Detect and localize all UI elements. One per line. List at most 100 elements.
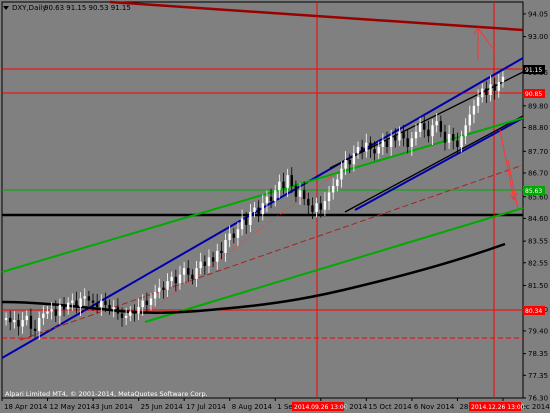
price-tag-top[interactable]: 91.15: [523, 65, 545, 74]
candle-body: [66, 302, 70, 310]
candle-body: [17, 320, 20, 327]
price-tag-red[interactable]: 90.85: [523, 89, 545, 98]
price-tag-bottom-red[interactable]: 80.34: [523, 306, 545, 315]
candle-body: [191, 274, 194, 279]
candle-body: [427, 129, 430, 137]
candle-body: [21, 320, 24, 327]
candle-body: [460, 136, 463, 147]
candle-body: [344, 159, 347, 169]
candle-body: [120, 313, 124, 318]
candle-body: [133, 311, 136, 314]
candle-body: [104, 300, 107, 305]
candle-body: [145, 300, 149, 305]
time-tag-2[interactable]: 2014.12.26 13:00: [469, 402, 525, 411]
candle-body: [240, 218, 244, 230]
candle-body: [398, 131, 401, 141]
candle-body: [207, 257, 211, 266]
candle-body: [336, 179, 339, 186]
candle-body: [153, 291, 157, 299]
candle-body: [91, 300, 95, 303]
candle-body: [348, 159, 351, 165]
time-tick-label: 25 Jun 2014: [141, 403, 184, 411]
candle-body: [87, 296, 91, 301]
candle-body: [352, 153, 356, 165]
candle-body: [452, 134, 455, 141]
price-tick-label: 81.50: [528, 282, 548, 290]
candle-body: [377, 146, 380, 154]
candle-body: [356, 146, 360, 154]
candle-body: [257, 207, 260, 215]
price-tick-label: 84.60: [528, 215, 548, 223]
candle-body: [311, 205, 314, 212]
candle-body: [182, 268, 186, 275]
candle-body: [75, 300, 78, 308]
candle-body: [33, 328, 37, 331]
candle-body: [178, 274, 182, 284]
candle-body: [162, 287, 165, 290]
candle-body: [253, 207, 256, 212]
candle-body: [50, 309, 53, 312]
candle-body: [228, 233, 231, 241]
candle-body: [42, 313, 45, 318]
time-tick-label: 17 Jul 2014: [186, 403, 226, 411]
candle-body: [141, 300, 144, 308]
candle-body: [224, 240, 227, 254]
candle-body: [476, 97, 480, 106]
candle-body: [365, 142, 368, 152]
price-tick-label: 76.30: [528, 395, 548, 403]
candle-body: [100, 300, 103, 308]
candle-body: [489, 84, 492, 96]
time-tick-label: 12 May 2014: [50, 403, 96, 411]
price-tag-top-label: 91.15: [525, 67, 542, 74]
candle-body: [245, 218, 248, 225]
candle-body: [62, 304, 66, 310]
candle-body: [468, 114, 472, 126]
candle-body: [472, 105, 476, 115]
price-tag-red-label: 90.85: [525, 91, 542, 98]
candle-body: [497, 82, 500, 91]
candle-body: [274, 190, 277, 202]
candle-body: [481, 88, 484, 98]
time-tag-1[interactable]: 2014.09.26 13:00: [292, 402, 348, 411]
candle-body: [294, 185, 298, 197]
candle-body: [124, 315, 128, 318]
candle-body: [286, 175, 289, 189]
candle-body: [298, 190, 302, 197]
candle-body: [315, 203, 318, 212]
candle-body: [501, 76, 505, 83]
candle-body: [389, 136, 393, 147]
candle-body: [249, 211, 252, 225]
candle-body: [199, 261, 202, 269]
price-tick-label: 83.55: [528, 238, 548, 246]
price-tick-label: 87.70: [528, 148, 548, 156]
candle-body: [282, 181, 285, 189]
candle-body: [46, 311, 49, 314]
price-chart[interactable]: 94.0593.0091.3589.8088.8087.7086.7085.60…: [0, 0, 550, 413]
candle-body: [170, 276, 173, 282]
candle-body: [369, 142, 372, 150]
candle-body: [83, 296, 86, 299]
price-tag-green[interactable]: 85.63: [523, 186, 545, 195]
price-tag-green-label: 85.63: [525, 188, 542, 195]
candle-body: [418, 123, 422, 132]
symbol-label: DXY,Daily: [12, 4, 46, 12]
candle-body: [174, 276, 178, 284]
candle-body: [58, 304, 62, 316]
candle-body: [232, 233, 235, 238]
time-tag-2-label: 2014.12.26 13:00: [471, 404, 525, 411]
candle-body: [443, 131, 447, 143]
time-tag-1-label: 2014.09.26 13:00: [294, 404, 348, 411]
candle-body: [37, 317, 41, 331]
candle-body: [95, 302, 99, 308]
candle-body: [220, 250, 223, 254]
candle-body: [485, 88, 488, 96]
candle-body: [414, 131, 418, 139]
candle-body: [195, 268, 198, 279]
candle-body: [431, 125, 434, 137]
price-tick-label: 79.40: [528, 327, 548, 335]
candle-body: [261, 203, 264, 215]
price-tick-label: 94.05: [528, 10, 548, 18]
price-tick-label: 77.35: [528, 372, 548, 380]
candle-body: [216, 250, 219, 262]
candle-body: [373, 149, 376, 154]
